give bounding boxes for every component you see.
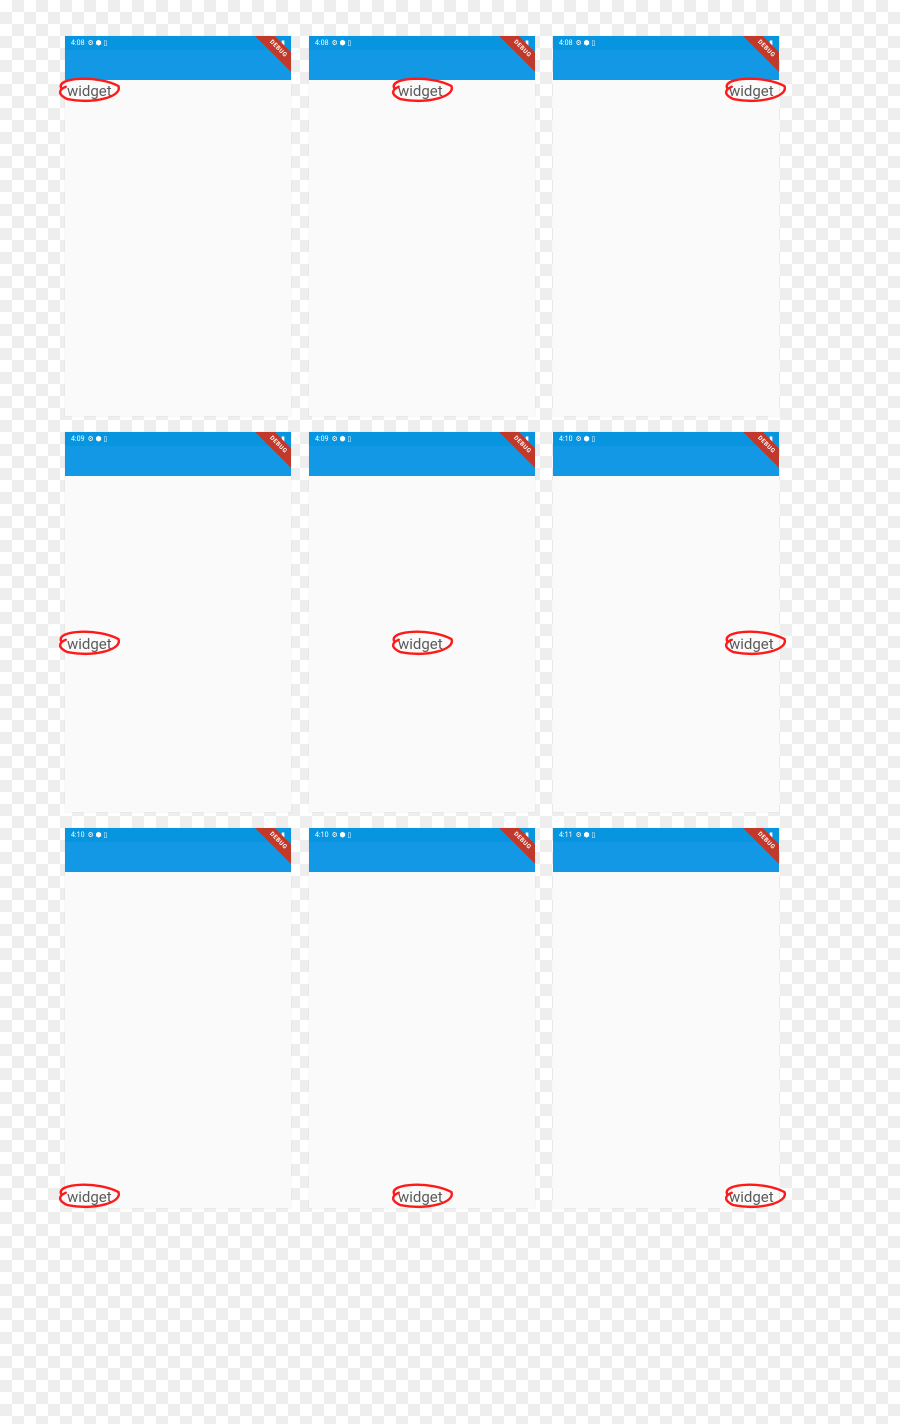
app-bar xyxy=(65,446,291,476)
screen-body: widget xyxy=(309,872,535,1208)
app-bar xyxy=(553,842,779,872)
widget-label: widget xyxy=(729,1188,774,1206)
screen-body: widget xyxy=(65,80,291,416)
phone-screenshot: 4:09⚙ ⬢ ▯▲ ◢ ▮DEBUGwidget xyxy=(65,432,291,812)
status-time: 4:10 xyxy=(71,831,85,839)
status-time: 4:08 xyxy=(71,39,85,47)
screenshot-grid: 4:08⚙ ⬢ ▯▲ ◢ ▮DEBUGwidget4:08⚙ ⬢ ▯▲ ◢ ▮D… xyxy=(65,36,835,1208)
widget-label: widget xyxy=(398,82,443,100)
status-time: 4:11 xyxy=(559,831,573,839)
status-left-icons: ⚙ ⬢ ▯ xyxy=(88,39,108,47)
phone-screenshot: 4:10⚙ ⬢ ▯▲ ◢ ▮DEBUGwidget xyxy=(65,828,291,1208)
app-bar xyxy=(309,50,535,80)
phone-screenshot: 4:11⚙ ⬢ ▯▲ ◢ ▮DEBUGwidget xyxy=(553,828,779,1208)
phone-screenshot: 4:08⚙ ⬢ ▯▲ ◢ ▮DEBUGwidget xyxy=(553,36,779,416)
phone-screenshot: 4:08⚙ ⬢ ▯▲ ◢ ▮DEBUGwidget xyxy=(65,36,291,416)
status-left-icons: ⚙ ⬢ ▯ xyxy=(576,831,596,839)
app-bar xyxy=(65,50,291,80)
status-left-icons: ⚙ ⬢ ▯ xyxy=(332,435,352,443)
screen-body: widget xyxy=(553,80,779,416)
status-time: 4:10 xyxy=(559,435,573,443)
phone-screenshot: 4:10⚙ ⬢ ▯▲ ◢ ▮DEBUGwidget xyxy=(553,432,779,812)
widget-label: widget xyxy=(67,1188,112,1206)
canvas: 4:08⚙ ⬢ ▯▲ ◢ ▮DEBUGwidget4:08⚙ ⬢ ▯▲ ◢ ▮D… xyxy=(0,0,900,1424)
app-bar xyxy=(309,446,535,476)
app-bar xyxy=(309,842,535,872)
widget-label: widget xyxy=(67,82,112,100)
screen-body: widget xyxy=(65,872,291,1208)
status-time: 4:08 xyxy=(315,39,329,47)
status-time: 4:09 xyxy=(71,435,85,443)
phone-screenshot: 4:08⚙ ⬢ ▯▲ ◢ ▮DEBUGwidget xyxy=(309,36,535,416)
widget-label: widget xyxy=(729,82,774,100)
widget-label: widget xyxy=(398,1188,443,1206)
status-time: 4:08 xyxy=(559,39,573,47)
app-bar xyxy=(65,842,291,872)
status-left-icons: ⚙ ⬢ ▯ xyxy=(576,435,596,443)
widget-label: widget xyxy=(398,635,443,653)
phone-screenshot: 4:09⚙ ⬢ ▯▲ ◢ ▮DEBUGwidget xyxy=(309,432,535,812)
screen-body: widget xyxy=(65,476,291,812)
screen-body: widget xyxy=(553,476,779,812)
status-left-icons: ⚙ ⬢ ▯ xyxy=(332,39,352,47)
screen-body: widget xyxy=(309,476,535,812)
status-time: 4:09 xyxy=(315,435,329,443)
screen-body: widget xyxy=(553,872,779,1208)
widget-label: widget xyxy=(729,635,774,653)
status-time: 4:10 xyxy=(315,831,329,839)
status-left-icons: ⚙ ⬢ ▯ xyxy=(88,831,108,839)
status-left-icons: ⚙ ⬢ ▯ xyxy=(576,39,596,47)
status-left-icons: ⚙ ⬢ ▯ xyxy=(88,435,108,443)
phone-screenshot: 4:10⚙ ⬢ ▯▲ ◢ ▮DEBUGwidget xyxy=(309,828,535,1208)
widget-label: widget xyxy=(67,635,112,653)
app-bar xyxy=(553,50,779,80)
status-left-icons: ⚙ ⬢ ▯ xyxy=(332,831,352,839)
app-bar xyxy=(553,446,779,476)
screen-body: widget xyxy=(309,80,535,416)
